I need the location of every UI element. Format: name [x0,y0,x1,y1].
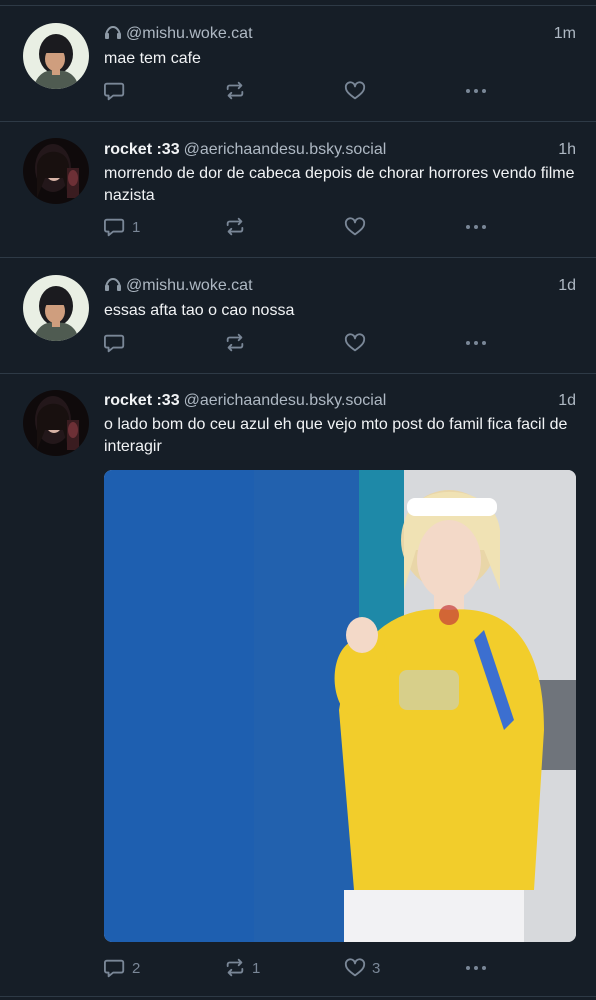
feed: @mishu.woke.cat 1m mae tem cafe rocket:… [0,0,596,1000]
author-display-name[interactable]: rocket :33 [104,141,180,158]
post[interactable]: @mishu.woke.cat 1m mae tem cafe [0,5,596,121]
author-handle[interactable]: @aerichaandesu.bsky.social [184,392,387,409]
reply-button[interactable]: 1 [104,216,140,238]
repost-icon [226,217,244,236]
heart-icon [344,217,366,236]
more-options-button[interactable] [464,216,488,238]
reply-icon [104,334,125,353]
like-button[interactable] [344,216,372,238]
reply-icon [104,218,125,237]
reply-button[interactable] [104,80,132,102]
feed-divider [0,996,596,997]
repost-count: 1 [252,959,261,977]
like-button[interactable] [344,332,372,354]
avatar[interactable] [23,138,89,204]
reply-button[interactable] [104,332,132,354]
post-actions: 1 [104,216,494,238]
reply-count: 2 [132,959,141,977]
headphones-icon [104,26,122,39]
like-button[interactable]: 3 [344,957,380,979]
more-icon [466,341,486,345]
post-header: rocket :33 @aerichaandesu.bsky.social 1d [104,390,576,412]
post-header: @mishu.woke.cat 1d [104,275,576,297]
post-text: morrendo de dor de cabeca depois de chor… [104,165,575,204]
post-text: o lado bom do ceu azul eh que vejo mto p… [104,416,568,455]
reply-count: 1 [132,218,141,236]
heart-icon [344,958,366,977]
like-count: 3 [372,959,381,977]
post-header: rocket :33 @aerichaandesu.bsky.social 1h [104,139,576,161]
post[interactable]: @mishu.woke.cat 1d essas afta tao o cao … [0,257,596,373]
repost-button[interactable]: 1 [224,957,260,979]
author-handle[interactable]: @mishu.woke.cat [126,277,253,294]
post-header: @mishu.woke.cat 1m [104,23,576,45]
headphones-icon [104,278,122,291]
reply-button[interactable]: 2 [104,957,140,979]
avatar[interactable] [23,275,89,341]
repost-icon [226,958,244,977]
repost-button[interactable] [224,332,252,354]
post-time[interactable]: 1h [558,139,576,161]
repost-icon [226,333,244,352]
like-button[interactable] [344,80,372,102]
author-display-name[interactable]: rocket :33 [104,392,180,409]
post-actions [104,332,494,354]
post-actions [104,80,494,102]
post-time[interactable]: 1d [558,390,576,412]
more-icon [466,966,486,970]
post-actions: 2 1 3 [104,957,494,979]
author-handle[interactable]: @aerichaandesu.bsky.social [184,141,387,158]
more-icon [466,89,486,93]
avatar[interactable] [23,23,89,89]
post-text: mae tem cafe [104,50,201,67]
heart-icon [344,333,366,352]
more-options-button[interactable] [464,80,488,102]
reply-icon [104,82,125,101]
repost-button[interactable] [224,216,252,238]
post-text: essas afta tao o cao nossa [104,302,295,319]
more-icon [466,225,486,229]
post-time[interactable]: 1d [558,275,576,297]
post-time[interactable]: 1m [554,23,576,45]
post[interactable]: rocket :33 @aerichaandesu.bsky.social 1h … [0,121,596,257]
more-options-button[interactable] [464,332,488,354]
heart-icon [344,81,366,100]
post-media-image[interactable] [104,470,576,942]
repost-button[interactable] [224,80,252,102]
repost-icon [226,81,244,100]
reply-icon [104,959,125,978]
author-handle[interactable]: @mishu.woke.cat [126,25,253,42]
avatar[interactable] [23,390,89,456]
more-options-button[interactable] [464,957,488,979]
